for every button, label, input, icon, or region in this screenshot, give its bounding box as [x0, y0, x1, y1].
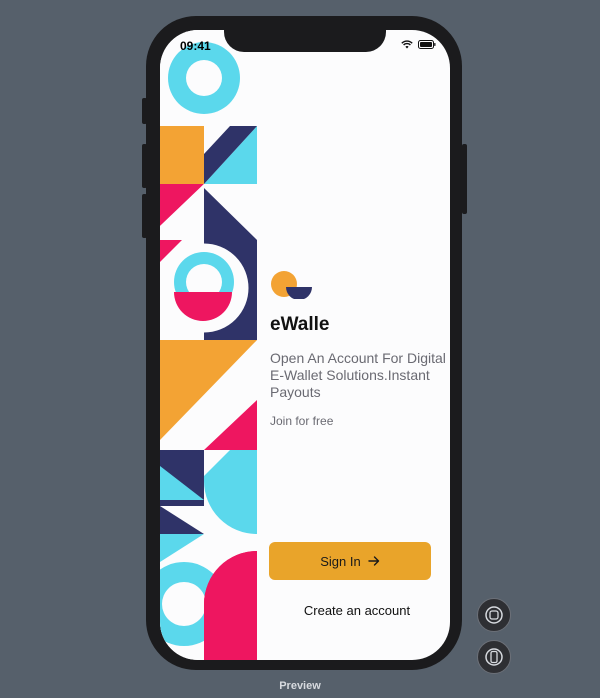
wifi-icon — [401, 40, 413, 49]
preview-label: Preview — [279, 680, 321, 692]
device-rotate-icon — [485, 648, 503, 666]
app-tagline: Open An Account For Digital E-Wallet Sol… — [270, 350, 446, 400]
phone-screen: 09:41 eWalle Open An Account For Digital… — [160, 30, 450, 660]
app-logo-icon — [271, 271, 312, 299]
phone-notch — [224, 16, 386, 52]
sign-in-button[interactable]: Sign In — [269, 542, 431, 580]
home-button[interactable] — [477, 598, 511, 632]
status-time: 09:41 — [180, 39, 211, 53]
rotate-device-button[interactable] — [477, 640, 511, 674]
join-text: Join for free — [270, 414, 334, 428]
power-button — [462, 144, 467, 214]
app-title: eWalle — [270, 314, 330, 335]
mute-switch — [142, 98, 147, 124]
status-icons — [401, 40, 436, 49]
create-account-link[interactable]: Create an account — [270, 603, 444, 618]
arrow-right-icon — [368, 556, 379, 566]
geometric-pattern — [160, 30, 257, 660]
volume-down-button — [142, 194, 147, 238]
sign-in-label: Sign In — [320, 553, 361, 569]
volume-up-button — [142, 144, 147, 188]
battery-icon — [418, 40, 436, 49]
home-button-icon — [485, 606, 503, 624]
